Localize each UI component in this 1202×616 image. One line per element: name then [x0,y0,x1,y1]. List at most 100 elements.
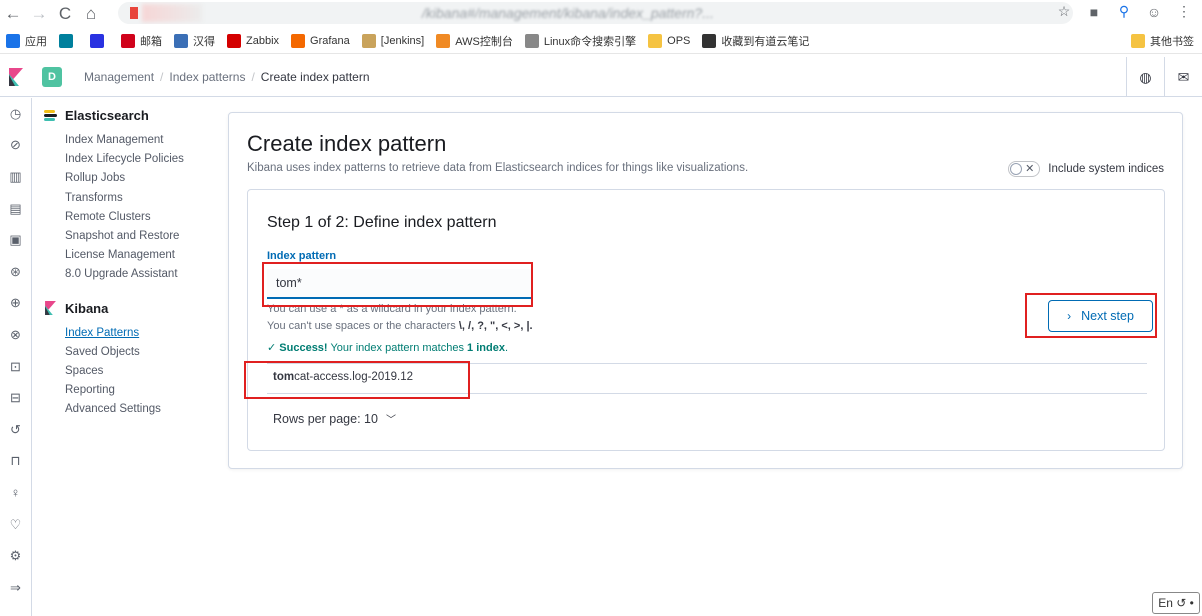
space-avatar[interactable]: D [42,66,62,87]
logs-icon[interactable]: ⊡ [0,351,32,383]
sidebar-group-title: Elasticsearch [65,108,149,123]
browser-menu-icon[interactable]: ⋮ [1174,3,1194,20]
bookmark-item[interactable]: Grafana [291,33,350,48]
reload-icon[interactable]: C [52,2,78,26]
help-globe-icon[interactable]: ◍ [1126,57,1164,97]
home-icon[interactable]: ⌂ [78,2,104,26]
ime-label: En [1158,596,1173,610]
bookmarks-bar: 应用 邮箱 汉得 Zabbix Grafana [Jenkins] AWS控制台 Linux命… [0,28,1202,54]
discover-compass-icon[interactable]: ⊘ [0,130,32,162]
bookmark-item[interactable]: AWS控制台 [436,33,513,49]
sidebar-item[interactable]: Reporting [44,381,214,400]
sidebar-item[interactable]: Index Management [44,131,214,150]
bookmark-item[interactable]: [Jenkins] [361,33,425,48]
recent-clock-icon[interactable]: ◷ [0,98,32,130]
sidebar-item[interactable]: License Management [44,246,214,265]
page-description: Kibana uses index patterns to retrieve d… [247,162,749,174]
ml-icon[interactable]: ⊕ [0,288,32,320]
sidebar-item[interactable]: Advanced Settings [44,400,214,419]
success-label: Success! [279,342,328,354]
address-url: /kibana#/management/kibana/index_pattern… [422,5,714,21]
bookmark-item[interactable] [59,33,78,48]
apm-icon[interactable]: ⊟ [0,382,32,414]
canvas-icon[interactable]: ▣ [0,224,32,256]
system-indices-switch[interactable]: ✕ [1008,161,1041,177]
breadcrumb-separator: / [160,69,164,84]
folder-icon [648,33,663,48]
rows-per-page-selector[interactable]: Rows per page: 10 ﹀ [273,411,396,427]
bookmark-label: [Jenkins] [380,34,425,47]
bookmark-item[interactable] [90,33,109,48]
breadcrumb-management[interactable]: Management [84,70,154,84]
address-bar[interactable]: /kibana#/management/kibana/index_pattern… [118,2,1073,24]
other-bookmarks[interactable]: 其他书签 [1131,33,1194,49]
metrics-icon[interactable]: ⊗ [0,319,32,351]
annotation-box-input [262,262,533,307]
blurred-host [142,4,202,22]
browser-actions: ☆ ■ ⚲ ☺ ⋮ [1054,3,1194,20]
newsfeed-mail-icon[interactable]: ✉ [1164,57,1202,97]
sidebar-item[interactable]: Transforms [44,189,214,208]
bookmark-item[interactable]: 收藏到有道云笔记 [702,33,809,49]
bookmark-item[interactable]: 应用 [6,33,47,49]
monitoring-heart-icon[interactable]: ♡ [0,509,32,541]
breadcrumb-separator: / [251,69,255,84]
switch-off-icon: ✕ [1025,163,1035,175]
bing-icon [59,33,73,48]
bookmark-label: OPS [667,34,691,47]
apps-grid-icon [6,33,20,48]
other-bookmarks-label: 其他书签 [1150,36,1194,48]
collapse-nav-icon[interactable]: ⇒ [0,572,32,604]
aws-icon [436,33,451,48]
kibana-icon [45,301,56,315]
sidebar-item[interactable]: Index Lifecycle Policies [44,150,214,169]
bookmark-item[interactable]: OPS [648,33,691,48]
include-system-indices-toggle[interactable]: ✕ Include system indices [1008,161,1164,177]
hand-icon [174,33,188,48]
mail-163-icon [121,33,135,48]
check-icon: ✓ [267,342,280,354]
dev-tools-icon[interactable]: ♀ [0,477,32,509]
sidebar-item[interactable]: Snapshot and Restore [44,227,214,246]
uptime-icon[interactable]: ↺ [0,414,32,446]
bookmark-label: 收藏到有道云笔记 [721,35,810,48]
search-extension-icon[interactable]: ⚲ [1114,3,1134,20]
annotation-box-match [244,361,470,399]
bookmark-item[interactable]: 汉得 [174,33,215,49]
sidebar-item[interactable]: Remote Clusters [44,208,214,227]
sidebar-group-kibana: Kibana [44,301,214,316]
bookmark-label: AWS控制台 [455,35,513,48]
dashboard-icon[interactable]: ▤ [0,193,32,225]
bookmark-item[interactable]: Zabbix [227,33,279,48]
sidebar-item[interactable]: Index Patterns [44,324,214,343]
visualize-chart-icon[interactable]: ▥ [0,161,32,193]
star-icon[interactable]: ☆ [1054,3,1074,20]
sidebar-item[interactable]: 8.0 Upgrade Assistant [44,265,214,284]
bookmark-item[interactable]: Linux命令搜索引擎 [524,33,636,49]
bookmark-item[interactable]: 邮箱 [121,33,162,49]
page-title: Create index pattern [247,131,447,156]
sidebar-item[interactable]: Spaces [44,362,214,381]
kibana-logo[interactable] [0,57,32,97]
folder-icon [1131,34,1145,48]
ime-indicator[interactable]: En ↺ • [1152,592,1200,614]
breadcrumb-index-patterns[interactable]: Index patterns [169,70,245,84]
linux-icon [524,33,539,48]
forward-icon[interactable]: → [26,2,52,26]
management-sidebar: Elasticsearch Index Management Index Life… [44,108,214,419]
profile-avatar[interactable]: ☺ [1144,4,1164,20]
match-success-text: ✓ Success! Your index pattern matches 1 … [267,341,508,354]
sidebar-item[interactable]: Rollup Jobs [44,169,214,188]
index-pattern-label: Index pattern [267,250,337,262]
header-actions: ◍ ✉ [1126,57,1202,97]
sidebar-item[interactable]: Saved Objects [44,343,214,362]
extension-icon[interactable]: ■ [1084,4,1104,20]
breadcrumb-current: Create index pattern [260,69,370,84]
management-gear-icon[interactable]: ⚙ [0,540,32,572]
bookmark-label: 汉得 [193,35,215,48]
bookmark-label: 邮箱 [140,35,162,48]
siem-lock-icon[interactable]: ⊓ [0,446,32,478]
app-nav: ◷ ⊘ ▥ ▤ ▣ ⊛ ⊕ ⊗ ⊡ ⊟ ↺ ⊓ ♀ ♡ ⚙ ⇒ [0,98,32,616]
back-icon[interactable]: ← [0,2,26,26]
maps-icon[interactable]: ⊛ [0,256,32,288]
